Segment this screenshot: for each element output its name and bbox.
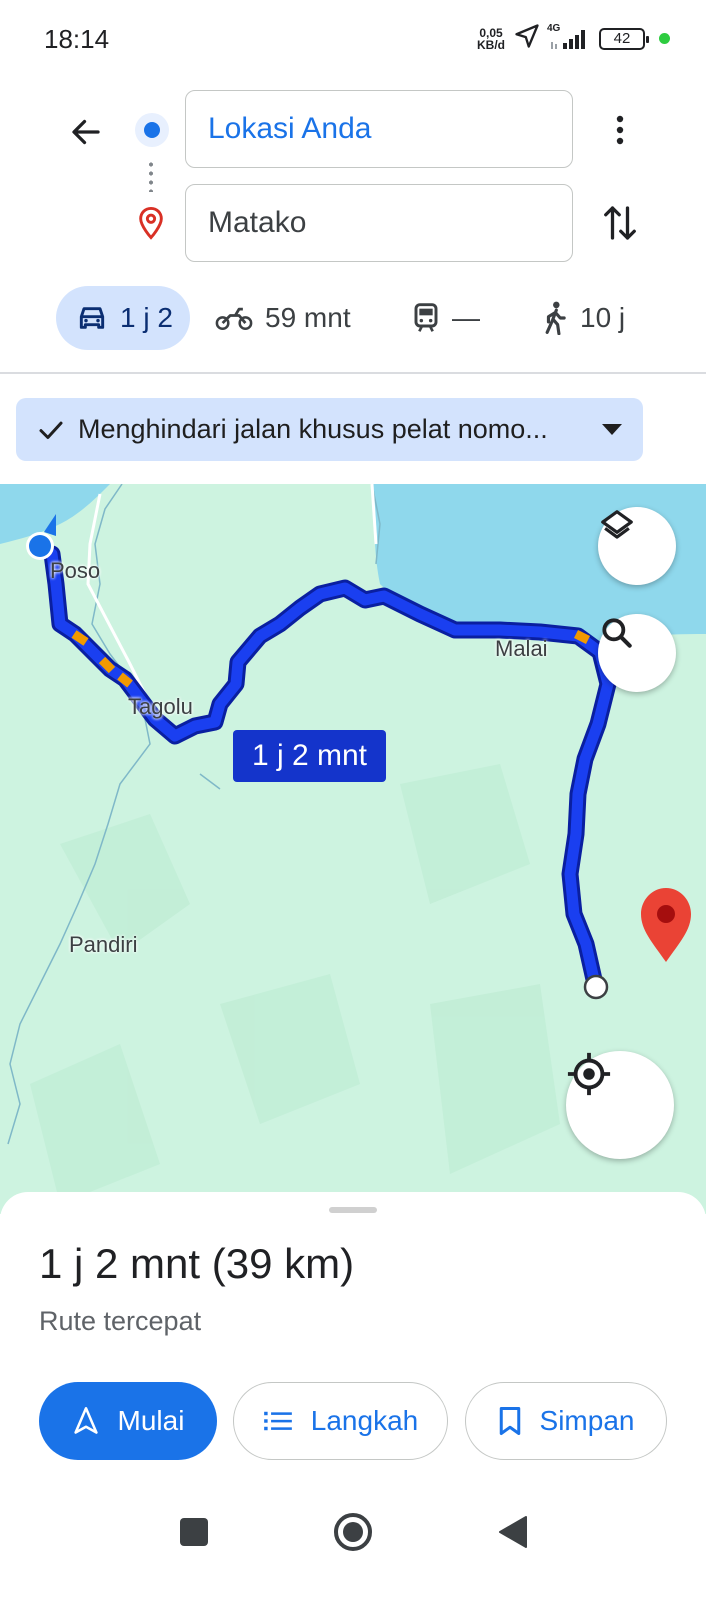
mode-tab-transit[interactable]: — bbox=[412, 286, 480, 350]
status-icons: 0,05 KB/d 4G 42 bbox=[477, 22, 670, 55]
layers-button[interactable] bbox=[598, 507, 676, 585]
origin-dot-icon bbox=[135, 113, 169, 147]
route-option-chip[interactable]: Menghindari jalan khusus pelat nomo... bbox=[16, 398, 643, 461]
route-subtitle: Rute tercepat bbox=[39, 1306, 202, 1336]
signal-icon: 4G bbox=[547, 23, 591, 51]
route-option-label: Menghindari jalan khusus pelat nomo... bbox=[78, 414, 548, 444]
back-button[interactable] bbox=[62, 108, 110, 156]
check-icon bbox=[39, 421, 63, 439]
network-speed: 0,05 KB/d bbox=[477, 27, 505, 51]
network-speed-value: 0,05 bbox=[479, 25, 503, 40]
steps-button-label: Langkah bbox=[310, 1405, 419, 1436]
status-bar: 18:14 0,05 KB/d 4G 42 bbox=[0, 0, 720, 78]
map-label-malai: Malai bbox=[495, 636, 548, 661]
destination-pin-icon bbox=[136, 206, 166, 245]
my-location-button[interactable] bbox=[566, 1051, 674, 1159]
search-along-route-button[interactable] bbox=[598, 614, 676, 692]
search-icon bbox=[602, 618, 632, 648]
list-icon bbox=[263, 1411, 292, 1431]
swap-vertical-icon bbox=[604, 206, 636, 240]
destination-marker-icon bbox=[641, 888, 691, 962]
back-nav-button[interactable] bbox=[482, 1502, 542, 1562]
route-eta-bubble[interactable]: 1 j 2 mnt bbox=[233, 730, 386, 782]
origin-input[interactable]: Lokasi Anda bbox=[185, 90, 573, 168]
bookmark-icon bbox=[499, 1407, 520, 1435]
header-divider bbox=[0, 372, 706, 374]
mode-walk-label: 10 j bbox=[580, 302, 626, 333]
terrain-shading bbox=[30, 764, 560, 1204]
sheet-drag-handle[interactable] bbox=[329, 1207, 377, 1213]
motorcycle-icon bbox=[215, 307, 253, 331]
back-triangle-icon bbox=[499, 1516, 527, 1548]
more-options-button[interactable] bbox=[596, 106, 644, 154]
recents-square-icon bbox=[180, 1518, 208, 1546]
walk-icon bbox=[545, 301, 566, 335]
map-label-poso: Poso bbox=[50, 558, 101, 583]
system-nav-bar bbox=[0, 1482, 720, 1600]
start-button-label: Mulai bbox=[117, 1405, 185, 1436]
mode-transit-label: — bbox=[452, 302, 480, 333]
car-icon bbox=[79, 307, 105, 329]
route-summary: 1 j 2 mnt (39 km) bbox=[39, 1240, 355, 1287]
map-label-pandiri: Pandiri bbox=[69, 932, 138, 957]
my-location-icon bbox=[567, 1052, 611, 1096]
map-view[interactable]: Poso Tagolu Malai Pandiri 1 j 2 mnt bbox=[0, 484, 706, 1214]
route-connector bbox=[149, 160, 153, 192]
back-arrow-icon bbox=[72, 119, 100, 145]
swap-button[interactable] bbox=[596, 198, 644, 248]
destination-input[interactable]: Matako bbox=[185, 184, 573, 262]
home-button[interactable] bbox=[323, 1502, 383, 1562]
network-speed-unit: KB/d bbox=[477, 37, 505, 52]
save-button[interactable]: Simpan bbox=[465, 1382, 667, 1460]
transit-icon bbox=[414, 303, 438, 332]
travel-mode-tabs: 1 j 2 59 mnt — 10 j bbox=[0, 286, 720, 350]
mode-tab-car[interactable]: 1 j 2 bbox=[56, 286, 190, 350]
network-type: 4G bbox=[547, 22, 561, 34]
save-button-label: Simpan bbox=[539, 1405, 635, 1436]
location-arrow-icon bbox=[513, 22, 541, 55]
mode-tab-motorcycle[interactable]: 59 mnt bbox=[215, 286, 351, 350]
recents-button[interactable] bbox=[164, 1502, 224, 1562]
route-end-marker bbox=[583, 974, 609, 1000]
layers-icon bbox=[601, 510, 633, 539]
privacy-indicator-dot bbox=[659, 33, 670, 44]
steps-button[interactable]: Langkah bbox=[233, 1382, 448, 1460]
navigation-arrow-icon bbox=[73, 1407, 98, 1434]
mode-car-label: 1 j 2 bbox=[120, 302, 173, 333]
mode-tab-walk[interactable]: 10 j bbox=[542, 286, 625, 350]
more-vert-icon bbox=[616, 115, 624, 145]
route-summary-sheet: 1 j 2 mnt (39 km) Rute tercepat Mulai La… bbox=[0, 1192, 706, 1482]
battery-icon: 42 bbox=[599, 27, 649, 50]
mode-motorcycle-label: 59 mnt bbox=[265, 302, 351, 333]
home-circle-icon bbox=[334, 1513, 372, 1551]
status-time: 18:14 bbox=[44, 24, 110, 54]
map-label-tagolu: Tagolu bbox=[128, 694, 193, 719]
dropdown-arrow-icon bbox=[602, 423, 622, 435]
start-button[interactable]: Mulai bbox=[39, 1382, 217, 1460]
